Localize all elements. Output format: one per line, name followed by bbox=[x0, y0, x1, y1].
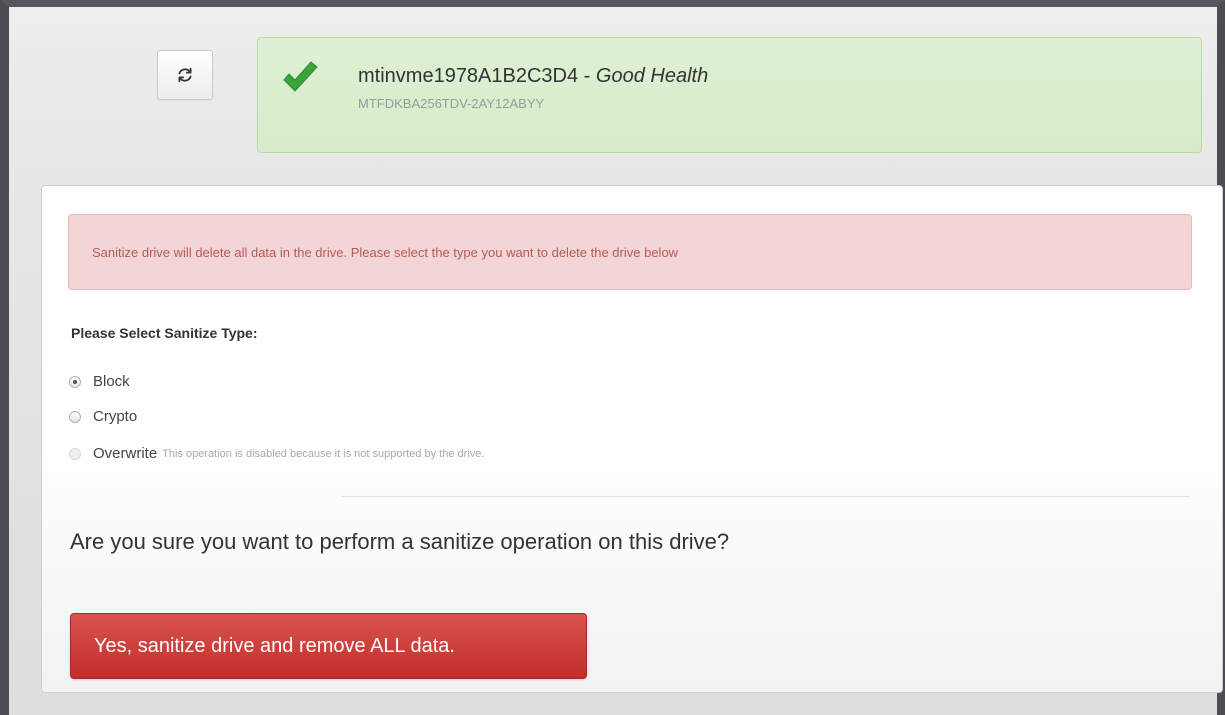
drive-health-panel: mtinvme1978A1B2C3D4 - Good Health MTFDKB… bbox=[257, 37, 1202, 153]
divider bbox=[342, 496, 1190, 497]
sanitize-warning-text: Sanitize drive will delete all data in t… bbox=[92, 244, 679, 260]
sanitize-option-crypto[interactable]: Crypto bbox=[69, 408, 137, 425]
radio-overwrite-label: Overwrite bbox=[93, 445, 158, 462]
sanitize-type-label: Please Select Sanitize Type: bbox=[71, 325, 258, 341]
checkmark-icon bbox=[283, 61, 318, 92]
radio-crypto-label[interactable]: Crypto bbox=[93, 408, 137, 425]
radio-overwrite bbox=[69, 447, 81, 460]
overwrite-disabled-note: This operation is disabled because it is… bbox=[162, 447, 485, 460]
drive-title-separator: - bbox=[578, 65, 596, 87]
radio-crypto[interactable] bbox=[69, 410, 81, 423]
app-window: mtinvme1978A1B2C3D4 - Good Health MTFDKB… bbox=[0, 0, 1225, 715]
sanitize-panel: Sanitize drive will delete all data in t… bbox=[41, 185, 1223, 693]
drive-model: MTFDKBA256TDV-2AY12ABYY bbox=[358, 96, 545, 111]
drive-title: mtinvme1978A1B2C3D4 - Good Health bbox=[358, 65, 708, 88]
radio-block-label[interactable]: Block bbox=[93, 373, 130, 390]
drive-health-status: Good Health bbox=[595, 65, 709, 87]
sanitize-option-overwrite: Overwrite This operation is disabled bec… bbox=[69, 445, 484, 462]
confirm-sanitize-button[interactable]: Yes, sanitize drive and remove ALL data. bbox=[70, 613, 587, 679]
radio-block[interactable] bbox=[69, 375, 81, 388]
refresh-button[interactable] bbox=[157, 50, 213, 100]
refresh-icon bbox=[178, 67, 192, 83]
confirm-question: Are you sure you want to perform a sanit… bbox=[70, 529, 730, 554]
sanitize-option-block[interactable]: Block bbox=[69, 373, 130, 390]
drive-name: mtinvme1978A1B2C3D4 bbox=[358, 65, 579, 87]
sanitize-warning-alert: Sanitize drive will delete all data in t… bbox=[68, 214, 1192, 290]
